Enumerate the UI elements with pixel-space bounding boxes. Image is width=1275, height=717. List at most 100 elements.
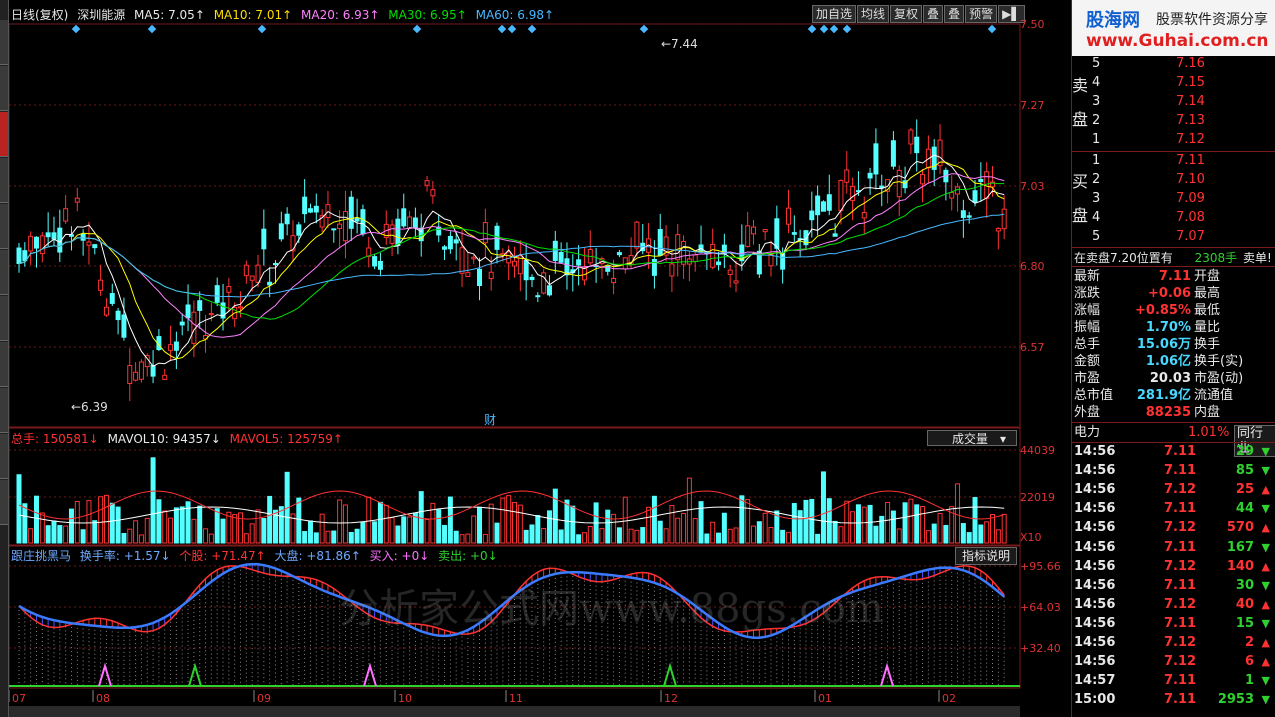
sell-level-row[interactable]: 5 7.16 [1072, 55, 1275, 73]
candle-body [103, 306, 109, 316]
mavol5-value: MAVOL5: 125759↑ [229, 432, 343, 446]
candle-body [914, 136, 920, 154]
quote-row: 总手 15.06万 换手 [1072, 336, 1275, 353]
candle-body [809, 210, 815, 221]
volume-bar [407, 516, 413, 544]
candle-body [51, 232, 57, 240]
candle-body [226, 286, 232, 293]
big-order-note[interactable]: 在卖盘7.20位置有 2308手 卖单! 查 [1072, 249, 1275, 267]
volume-bar [133, 520, 139, 544]
candle-body [313, 205, 319, 213]
candle-body [978, 178, 984, 183]
quote-panel: 股海网 股票软件资源分享 www.Guhai.com.cn 卖 盘 买 盘 57… [1071, 0, 1275, 717]
tick-time: 14:56 [1074, 635, 1116, 650]
indicator-header: 跟庄挑黑马 换手率: +1.57↓ 个股: +71.47↑ 大盘: +81.86… [11, 547, 503, 565]
indicator-help-label: 指标说明 [961, 549, 1010, 563]
sector-name[interactable]: 电力 [1074, 424, 1100, 442]
candle-body [68, 234, 74, 237]
tick-time: 14:56 [1074, 596, 1116, 612]
volume-bar [978, 524, 984, 544]
candle-body [162, 374, 168, 380]
divider [1072, 266, 1275, 267]
price-axis-label: 6.57 [1020, 341, 1045, 354]
buy-level-row[interactable]: 3 7.09 [1072, 190, 1275, 208]
candle-body [243, 264, 249, 277]
month-label: 10 [398, 692, 412, 705]
candle-body [249, 275, 255, 281]
volume-bar [500, 497, 506, 544]
side-tab-active[interactable] [0, 112, 8, 157]
candle-body [272, 263, 278, 266]
volume-axis-label: 22019 [1020, 491, 1055, 504]
candle-body [675, 234, 681, 261]
buy-level-row[interactable]: 1 7.11 [1072, 152, 1275, 170]
indicator-axis-label: +95.66 [1020, 560, 1061, 573]
tick-volume: 30 [1235, 577, 1254, 593]
candle-body [896, 169, 902, 198]
volume-bar [494, 522, 500, 544]
side-tab[interactable] [0, 296, 8, 341]
sell-level-row[interactable]: 4 7.15 [1072, 74, 1275, 92]
quote-key-2: 最高 [1194, 286, 1221, 301]
buy-level-row[interactable]: 2 7.10 [1072, 171, 1275, 189]
candle-body [208, 313, 214, 316]
candle-body [681, 240, 687, 265]
candle-body [751, 226, 757, 235]
indicator-name[interactable]: 跟庄挑黑马 [11, 549, 71, 563]
candle-body [389, 224, 395, 244]
volume-bar [873, 525, 879, 544]
tick-row: 14:56 7.12 2 ▲ [1072, 634, 1275, 652]
brand-logo: 股海网 [1086, 10, 1140, 31]
quote-value: 88235 [1145, 405, 1191, 420]
side-tab[interactable] [0, 66, 8, 111]
side-tab[interactable] [0, 20, 8, 65]
candle-body [395, 218, 401, 247]
volume-bar [150, 457, 156, 544]
volume-bar [459, 534, 465, 544]
volume-bar [791, 503, 797, 544]
tick-time: 14:56 [1074, 501, 1116, 517]
quote-key-2: 开盘 [1194, 269, 1221, 284]
side-tab[interactable] [0, 434, 8, 479]
side-tab[interactable] [0, 342, 8, 387]
tick-price: 7.11 [1164, 539, 1197, 555]
month-label: 11 [509, 692, 523, 705]
volume-bar [1001, 513, 1007, 544]
side-tab[interactable] [0, 388, 8, 433]
buy-level-row[interactable]: 4 7.08 [1072, 209, 1275, 227]
tick-row: 14:56 7.11 44 ▼ [1072, 500, 1275, 518]
candle-body [745, 225, 751, 247]
sell-level-row[interactable]: 2 7.13 [1072, 112, 1275, 130]
indicator-axis-label: +32.40 [1020, 642, 1061, 655]
buy-level-row[interactable]: 5 7.07 [1072, 228, 1275, 246]
sell-level-row[interactable]: 3 7.14 [1072, 93, 1275, 111]
candle-body [168, 344, 174, 351]
candle-body [576, 259, 582, 266]
volume-bar [541, 528, 547, 544]
volume-indicator-select[interactable]: 成交量 ▾ [927, 430, 1017, 446]
side-tab[interactable] [0, 158, 8, 203]
side-tab[interactable] [0, 250, 8, 295]
volume-bar [640, 527, 646, 544]
indicator-help-button[interactable]: 指标说明 [955, 547, 1017, 565]
volume-bar [686, 477, 692, 544]
side-tab[interactable] [0, 480, 8, 525]
volume-bar [28, 528, 34, 544]
candle-body [372, 256, 378, 267]
side-tab[interactable] [0, 204, 8, 249]
volume-bar [57, 525, 63, 544]
candle-body [307, 208, 313, 213]
volume-bar [844, 500, 850, 544]
volume-bar [704, 533, 710, 544]
candle-body [844, 169, 850, 183]
volume-bar [424, 519, 430, 544]
volume-bar [675, 517, 681, 544]
volume-bar [121, 533, 127, 544]
sell-level-row[interactable]: 1 7.12 [1072, 131, 1275, 149]
volume-bar [203, 528, 209, 544]
volume-bar [517, 504, 523, 544]
tick-row: 14:56 7.11 15 ▼ [1072, 615, 1275, 633]
tick-volume: 2 [1244, 635, 1254, 650]
level-price: 7.13 [1176, 113, 1205, 128]
volume-bar [482, 533, 488, 544]
